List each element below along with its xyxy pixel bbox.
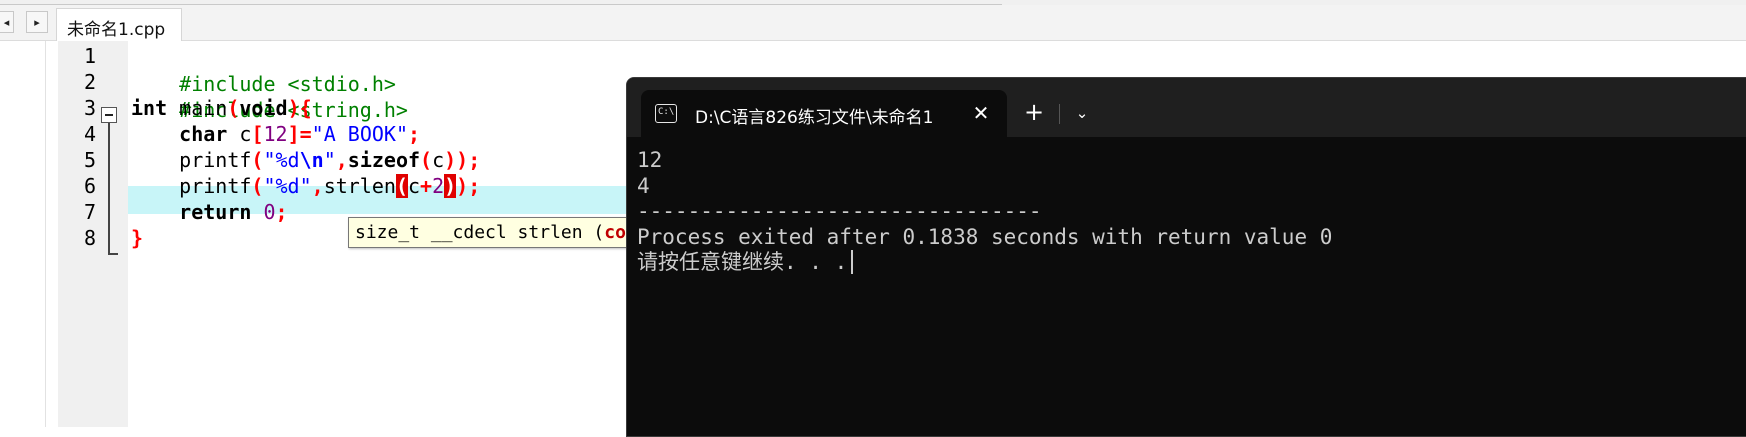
symbol: ; <box>275 200 288 224</box>
identifier: main <box>167 96 228 120</box>
output-line: -------------------------------- <box>637 199 1042 223</box>
symbol: )); <box>444 148 481 172</box>
identifier: printf <box>179 174 252 198</box>
line-number: 1 <box>83 44 96 68</box>
string-literal: "%d <box>263 148 300 172</box>
output-prompt-line: 请按任意键继续. . . <box>637 250 1746 276</box>
string-literal: "%d" <box>263 174 312 198</box>
line-number: 7 <box>83 200 96 224</box>
identifier: c <box>407 174 421 198</box>
keyword: sizeof <box>347 148 421 172</box>
code-line-4: char c[12]="A BOOK"; <box>131 120 420 148</box>
identifier: strlen <box>323 174 396 198</box>
function-signature-tooltip: size_t __cdecl strlen (con <box>348 217 648 248</box>
line-number: 8 <box>83 226 96 250</box>
fold-guide-end <box>108 253 118 255</box>
symbol: ; <box>408 122 421 146</box>
tab-dropdown-button[interactable]: ⌄ <box>1067 98 1097 128</box>
number-literal: 0 <box>251 200 276 224</box>
matched-paren-open: ( <box>395 174 408 198</box>
terminal-titlebar: C:\ D:\C语言826练习文件\未命名1 ✕ + ⌄ <box>627 78 1746 137</box>
number-literal: 2 <box>432 174 445 198</box>
fold-toggle-icon[interactable] <box>101 107 117 123</box>
symbol: ( <box>251 148 264 172</box>
output-line: Process exited after 0.1838 seconds with… <box>637 224 1333 249</box>
project-panel <box>0 41 46 427</box>
terminal-window[interactable]: C:\ D:\C语言826练习文件\未命名1 ✕ + ⌄ 12 4 ------… <box>626 77 1746 437</box>
keyword: char <box>179 122 228 146</box>
tab-file[interactable]: 未命名1.cpp <box>56 8 182 41</box>
tab-scroll-left-button[interactable]: ◂ <box>0 11 14 33</box>
line-number: 4 <box>83 122 96 146</box>
terminal-tab-title: D:\C语言826练习文件\未命名1 <box>695 108 934 128</box>
keyword: return <box>179 200 252 224</box>
keyword: int <box>131 96 168 120</box>
editor-tab-bar: ◂ ▸ 未命名1.cpp <box>0 5 1746 41</box>
output-line: 4 <box>637 173 650 198</box>
terminal-tab[interactable]: C:\ D:\C语言826练习文件\未命名1 ✕ <box>641 90 1007 137</box>
number-literal: 12 <box>263 122 288 146</box>
new-tab-button[interactable]: + <box>1019 98 1049 128</box>
symbol: ]= <box>287 122 312 146</box>
prompt-text: 请按任意键继续. . . <box>637 250 848 274</box>
identifier: c <box>227 122 252 146</box>
identifier: printf <box>179 148 252 172</box>
identifier: c <box>432 148 445 172</box>
symbol: [ <box>251 122 264 146</box>
code-line-3: int main(void){ <box>131 94 312 122</box>
symbol: ( <box>227 96 240 120</box>
line-number: 5 <box>83 148 96 172</box>
symbol: ( <box>251 174 264 198</box>
line-number: 3 <box>83 96 96 120</box>
symbol: , <box>311 174 324 198</box>
symbol: ){ <box>287 96 312 120</box>
escape-sequence: \n <box>299 148 324 172</box>
output-line: 12 <box>637 148 663 172</box>
symbol: ); <box>456 174 481 198</box>
titlebar-divider <box>1059 104 1060 124</box>
symbol: , <box>335 148 348 172</box>
string-literal: "A BOOK" <box>311 122 408 146</box>
console-app-icon: C:\ <box>655 104 677 123</box>
keyword: void <box>239 96 288 120</box>
matched-paren-close: ) <box>444 174 457 198</box>
line-number: 2 <box>83 70 96 94</box>
code-line-6: printf("%d",strlen(c+2)); <box>131 172 480 200</box>
string-literal: " <box>323 148 336 172</box>
text-cursor <box>851 250 854 274</box>
line-number: 6 <box>83 174 96 198</box>
code-line-7: return 0; <box>131 198 288 226</box>
code-line-5: printf("%d\n",sizeof(c)); <box>131 146 480 174</box>
close-tab-button[interactable]: ✕ <box>967 99 995 127</box>
symbol: } <box>131 226 144 250</box>
terminal-output[interactable]: 12 4 -------------------------------- Pr… <box>637 148 1746 276</box>
code-line-8: } <box>131 224 143 252</box>
tooltip-text: size_t __cdecl strlen ( <box>355 222 605 243</box>
fold-guide-line <box>108 123 110 255</box>
symbol: ( <box>420 148 433 172</box>
tab-scroll-right-button[interactable]: ▸ <box>26 11 48 33</box>
symbol: + <box>420 174 433 198</box>
